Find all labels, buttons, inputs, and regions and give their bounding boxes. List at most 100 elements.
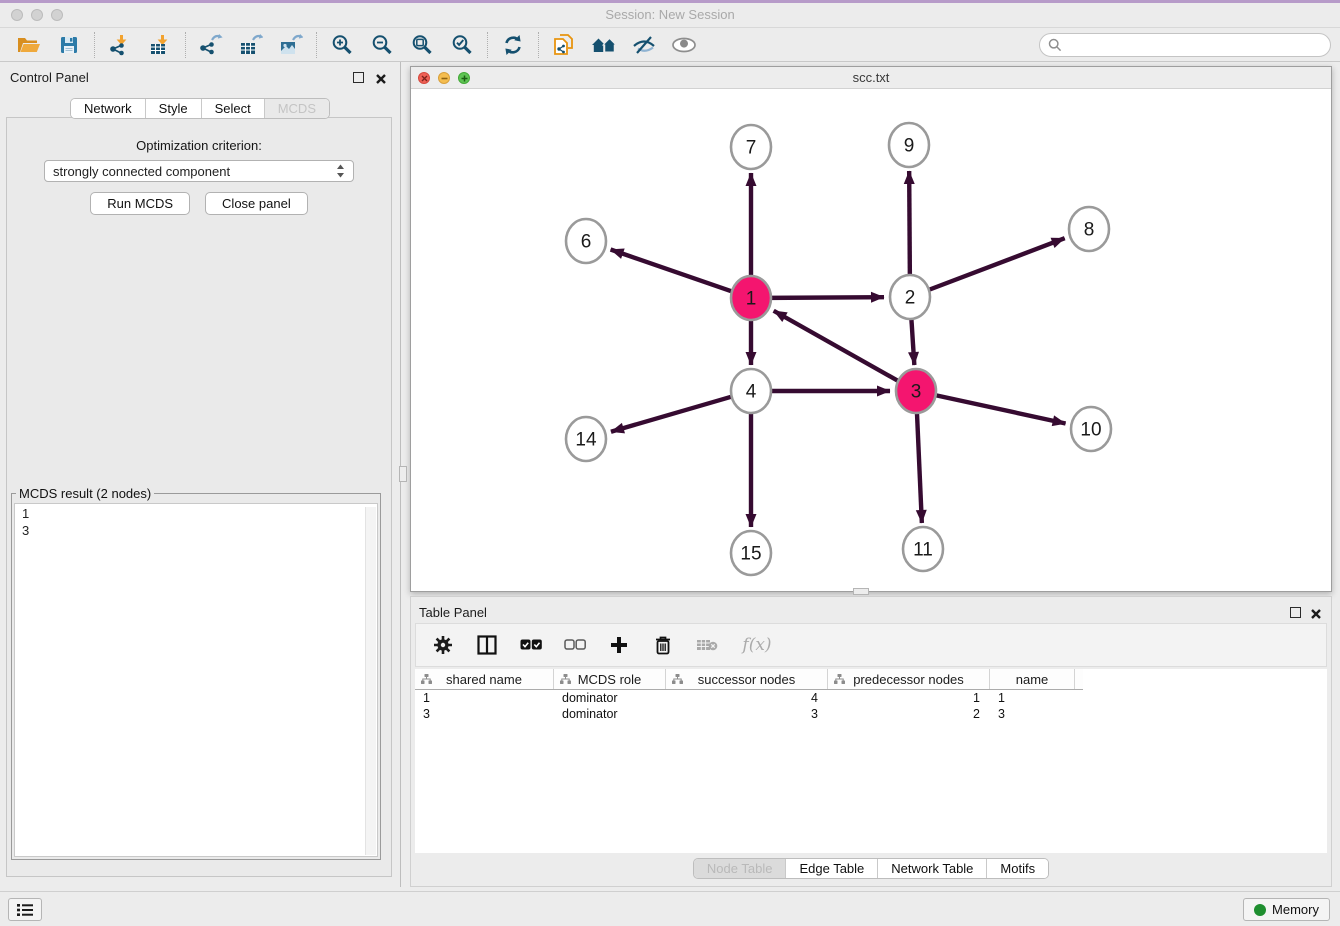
- close-panel-icon[interactable]: [375, 72, 387, 84]
- eye-slash-icon[interactable]: [624, 30, 664, 60]
- window-zoom-button[interactable]: [51, 9, 63, 21]
- node-8[interactable]: 8: [1069, 207, 1109, 251]
- vertical-splitter-handle[interactable]: [399, 466, 407, 482]
- copy-network-icon[interactable]: [544, 30, 584, 60]
- network-import-icon[interactable]: [100, 30, 140, 60]
- node-11[interactable]: 11: [903, 527, 943, 571]
- eye-icon[interactable]: [664, 30, 704, 60]
- cell[interactable]: 4: [666, 690, 828, 706]
- delete-table-icon[interactable]: [696, 634, 718, 656]
- window-minimize-button[interactable]: [31, 9, 43, 21]
- memory-button[interactable]: Memory: [1243, 898, 1330, 921]
- zoom-selected-icon[interactable]: [442, 30, 482, 60]
- column-header-predecessor-nodes[interactable]: predecessor nodes: [828, 669, 990, 689]
- column-header-shared-name[interactable]: shared name: [415, 669, 554, 689]
- edge-3-10[interactable]: [935, 395, 1066, 423]
- horizontal-splitter-handle[interactable]: [853, 588, 869, 595]
- search-input[interactable]: [1068, 37, 1318, 52]
- node-14[interactable]: 14: [566, 417, 606, 461]
- float-table-panel-icon[interactable]: [1290, 607, 1301, 618]
- network-canvas[interactable]: 7 9 6 8 1 2 4 3 14 10 15 11: [411, 89, 1331, 591]
- trash-icon[interactable]: [652, 634, 674, 656]
- cell[interactable]: 1: [990, 690, 1075, 706]
- node-6[interactable]: 6: [566, 219, 606, 263]
- node-10[interactable]: 10: [1071, 407, 1111, 451]
- tab-edge-table[interactable]: Edge Table: [786, 859, 878, 878]
- table-row[interactable]: 1dominator411: [415, 690, 1327, 706]
- folder-open-icon[interactable]: [9, 30, 49, 60]
- cell[interactable]: 1: [828, 690, 990, 706]
- edge-3-1[interactable]: [774, 311, 900, 382]
- task-list-button[interactable]: [8, 898, 42, 921]
- cell[interactable]: 3: [990, 706, 1075, 722]
- node-1[interactable]: 1: [731, 276, 771, 320]
- unchecked-boxes-icon[interactable]: [564, 634, 586, 656]
- cell[interactable]: 3: [666, 706, 828, 722]
- node-table: shared nameMCDS rolesuccessor nodesprede…: [415, 669, 1327, 853]
- window-top-accent: [0, 0, 1340, 3]
- table-row[interactable]: 3dominator323: [415, 706, 1327, 722]
- mcds-result-group: MCDS result (2 nodes) 1 3: [11, 486, 381, 860]
- close-panel-button[interactable]: Close panel: [205, 192, 308, 215]
- criterion-dropdown[interactable]: strongly connected component: [44, 160, 354, 182]
- network-close-button[interactable]: [418, 72, 430, 84]
- close-table-panel-icon[interactable]: [1310, 607, 1322, 619]
- refresh-icon[interactable]: [493, 30, 533, 60]
- float-panel-icon[interactable]: [353, 72, 364, 83]
- network-window-titlebar: scc.txt: [411, 67, 1331, 89]
- node-4[interactable]: 4: [731, 369, 771, 413]
- add-row-icon[interactable]: [608, 634, 630, 656]
- edge-3-11[interactable]: [917, 410, 922, 523]
- node-2[interactable]: 2: [890, 275, 930, 319]
- network-zoom-button[interactable]: [458, 72, 470, 84]
- edge-2-9[interactable]: [909, 171, 910, 278]
- node-15[interactable]: 15: [731, 531, 771, 575]
- zoom-fit-icon[interactable]: [402, 30, 442, 60]
- cell[interactable]: 1: [415, 690, 554, 706]
- image-export-icon[interactable]: [271, 30, 311, 60]
- tab-mcds[interactable]: MCDS: [265, 99, 329, 118]
- svg-text:7: 7: [746, 138, 757, 159]
- tab-style[interactable]: Style: [146, 99, 202, 118]
- network-export-icon[interactable]: [191, 30, 231, 60]
- network-minimize-button[interactable]: [438, 72, 450, 84]
- table-import-icon[interactable]: [140, 30, 180, 60]
- node-9[interactable]: 9: [889, 123, 929, 167]
- window-close-button[interactable]: [11, 9, 23, 21]
- node-3[interactable]: 3: [896, 369, 936, 413]
- columns-icon[interactable]: [476, 634, 498, 656]
- column-header-successor-nodes[interactable]: successor nodes: [666, 669, 828, 689]
- cell[interactable]: dominator: [554, 690, 666, 706]
- tab-node-table[interactable]: Node Table: [694, 859, 787, 878]
- mcds-result-list[interactable]: 1 3: [14, 503, 378, 857]
- edge-1-6[interactable]: [611, 249, 733, 291]
- edge-4-14[interactable]: [611, 396, 733, 431]
- cell[interactable]: dominator: [554, 706, 666, 722]
- result-scrollbar[interactable]: [365, 507, 376, 855]
- edge-2-3[interactable]: [911, 316, 914, 365]
- cell[interactable]: 3: [415, 706, 554, 722]
- column-header-MCDS-role[interactable]: MCDS role: [554, 669, 666, 689]
- function-builder-icon[interactable]: f(x): [740, 634, 774, 656]
- edge-1-2[interactable]: [770, 297, 884, 298]
- window-titlebar: Session: New Session: [0, 0, 1340, 28]
- checked-boxes-icon[interactable]: [520, 634, 542, 656]
- edge-2-8[interactable]: [928, 238, 1065, 290]
- svg-text:10: 10: [1080, 420, 1101, 441]
- svg-text:14: 14: [575, 430, 597, 451]
- gear-icon[interactable]: [432, 634, 454, 656]
- tab-select[interactable]: Select: [202, 99, 265, 118]
- svg-text:6: 6: [581, 232, 592, 253]
- table-export-icon[interactable]: [231, 30, 271, 60]
- houses-icon[interactable]: [584, 30, 624, 60]
- node-7[interactable]: 7: [731, 125, 771, 169]
- tab-motifs[interactable]: Motifs: [987, 859, 1048, 878]
- tab-network-table[interactable]: Network Table: [878, 859, 987, 878]
- zoom-out-icon[interactable]: [362, 30, 402, 60]
- run-mcds-button[interactable]: Run MCDS: [90, 192, 190, 215]
- tab-network[interactable]: Network: [71, 99, 146, 118]
- cell[interactable]: 2: [828, 706, 990, 722]
- zoom-in-icon[interactable]: [322, 30, 362, 60]
- column-header-name[interactable]: name: [990, 669, 1075, 689]
- save-icon[interactable]: [49, 30, 89, 60]
